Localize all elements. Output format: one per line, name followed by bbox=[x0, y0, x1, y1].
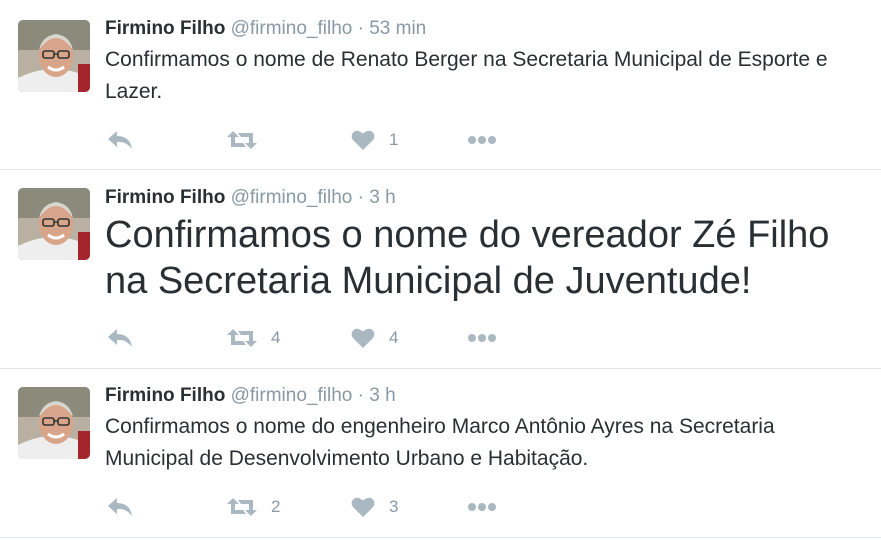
user-name[interactable]: Firmino Filho bbox=[105, 18, 225, 39]
retweet-icon bbox=[227, 329, 257, 347]
reply-icon bbox=[108, 498, 132, 516]
reply-button[interactable] bbox=[107, 126, 133, 154]
tweet-actions: 4 4 bbox=[105, 324, 525, 352]
user-handle[interactable]: @firmino_filho bbox=[231, 187, 353, 208]
tweet-text: Confirmamos o nome do engenheiro Marco A… bbox=[105, 415, 775, 470]
tweet[interactable]: Firmino Filho @firmino_filho · 53 min Co… bbox=[0, 0, 881, 170]
more-icon bbox=[468, 503, 496, 511]
like-count: 3 bbox=[389, 497, 399, 516]
timestamp[interactable]: 53 min bbox=[369, 18, 426, 39]
reply-button[interactable] bbox=[107, 493, 133, 521]
avatar[interactable] bbox=[18, 20, 90, 92]
user-handle[interactable]: @firmino_filho bbox=[231, 385, 353, 406]
avatar[interactable] bbox=[18, 188, 90, 260]
more-icon bbox=[468, 334, 496, 342]
more-icon bbox=[468, 136, 496, 144]
separator: · bbox=[357, 18, 364, 39]
tweet-header: Firmino Filho @firmino_filho · 3 h bbox=[105, 384, 396, 408]
more-button[interactable] bbox=[467, 324, 497, 352]
like-icon bbox=[351, 497, 375, 517]
like-icon bbox=[351, 130, 375, 150]
retweet-button[interactable]: 2 bbox=[227, 493, 280, 521]
tweet-actions: 1 bbox=[105, 126, 525, 154]
user-name[interactable]: Firmino Filho bbox=[105, 187, 225, 208]
tweet-actions: 2 3 bbox=[105, 493, 525, 521]
retweet-icon bbox=[227, 498, 257, 516]
timestamp[interactable]: 3 h bbox=[369, 187, 395, 208]
tweet-header: Firmino Filho @firmino_filho · 3 h bbox=[105, 186, 396, 210]
reply-icon bbox=[108, 131, 132, 149]
avatar[interactable] bbox=[18, 387, 90, 459]
reply-button[interactable] bbox=[107, 324, 133, 352]
like-button[interactable]: 3 bbox=[351, 493, 398, 521]
tweet-text: Confirmamos o nome de Renato Berger na S… bbox=[105, 48, 828, 103]
like-button[interactable]: 1 bbox=[351, 126, 398, 154]
timestamp[interactable]: 3 h bbox=[369, 385, 395, 406]
tweet[interactable]: Firmino Filho @firmino_filho · 3 h Confi… bbox=[0, 170, 881, 369]
retweet-count: 2 bbox=[271, 497, 281, 516]
separator: · bbox=[357, 187, 364, 208]
more-button[interactable] bbox=[467, 493, 497, 521]
tweet[interactable]: Firmino Filho @firmino_filho · 3 h Confi… bbox=[0, 369, 881, 538]
like-count: 4 bbox=[389, 328, 399, 347]
retweet-button[interactable]: 4 bbox=[227, 324, 280, 352]
more-button[interactable] bbox=[467, 126, 497, 154]
user-handle[interactable]: @firmino_filho bbox=[231, 18, 353, 39]
tweet-header: Firmino Filho @firmino_filho · 53 min bbox=[105, 17, 426, 41]
like-count: 1 bbox=[389, 130, 399, 149]
retweet-icon bbox=[227, 131, 257, 149]
retweet-button[interactable] bbox=[227, 126, 271, 154]
like-button[interactable]: 4 bbox=[351, 324, 398, 352]
retweet-count: 4 bbox=[271, 328, 281, 347]
user-name[interactable]: Firmino Filho bbox=[105, 385, 225, 406]
like-icon bbox=[351, 328, 375, 348]
tweet-text: Confirmamos o nome do vereador Zé Filho … bbox=[105, 214, 830, 302]
reply-icon bbox=[108, 329, 132, 347]
separator: · bbox=[357, 385, 364, 406]
